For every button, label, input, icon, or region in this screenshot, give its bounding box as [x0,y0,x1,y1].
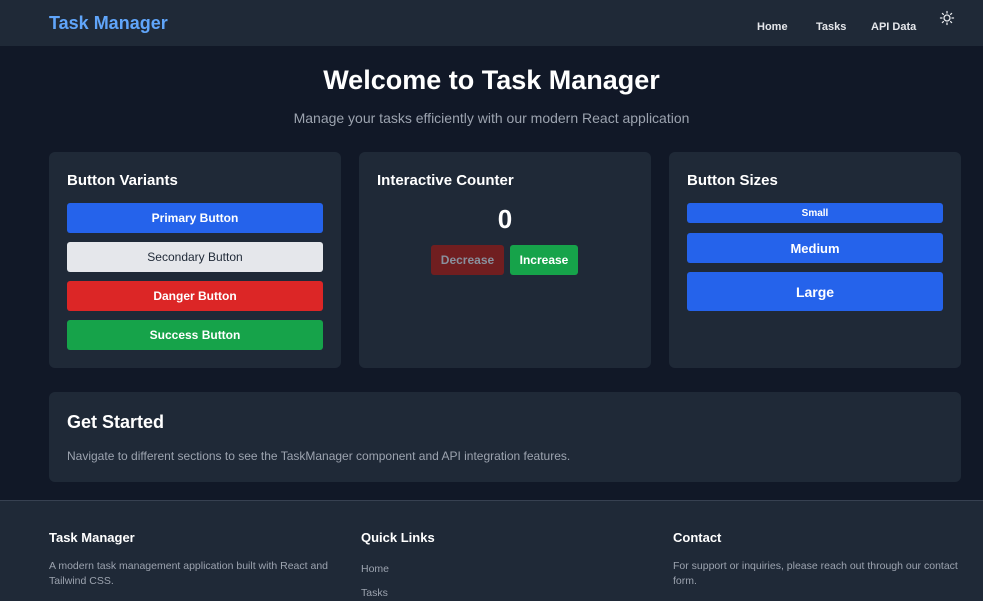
footer-contact-line: form. [673,575,697,587]
footer-link-home[interactable]: Home [361,563,389,575]
get-started-card: Get Started Navigate to different sectio… [49,392,961,482]
secondary-button[interactable]: Secondary Button [67,242,323,272]
counter-title: Interactive Counter [377,172,514,189]
brand-logo[interactable]: Task Manager [49,13,168,34]
footer-about-text: A modern task management application bui… [49,559,328,589]
footer-contact-text: For support or inquiries, please reach o… [673,559,958,589]
button-variants-title: Button Variants [67,172,178,189]
button-sizes-card: Button Sizes Small Medium Large [669,152,961,368]
hero-subtitle: Manage your tasks efficiently with our m… [293,110,690,126]
get-started-text: Navigate to different sections to see th… [67,449,571,463]
nav-link-api-data[interactable]: API Data [871,21,916,33]
increase-button[interactable]: Increase [510,245,578,275]
success-button[interactable]: Success Button [67,320,323,350]
sun-icon [939,10,955,26]
counter-value: 0 [497,204,513,234]
footer-about-line: A modern task management application bui… [49,560,328,572]
button-variants-card: Button Variants Primary Button Secondary… [49,152,341,368]
footer-contact-line: For support or inquiries, please reach o… [673,560,958,572]
nav-link-tasks[interactable]: Tasks [816,21,846,33]
primary-button[interactable]: Primary Button [67,203,323,233]
footer: Task Manager A modern task management ap… [0,500,983,601]
decrease-button[interactable]: Decrease [431,245,504,275]
footer-link-tasks[interactable]: Tasks [361,587,388,599]
get-started-title: Get Started [67,412,165,432]
large-button[interactable]: Large [687,272,943,311]
danger-button[interactable]: Danger Button [67,281,323,311]
navbar: Task Manager Home Tasks API Data [0,0,983,47]
counter-card: Interactive Counter 0 Decrease Increase [359,152,651,368]
theme-toggle-button[interactable] [939,10,955,26]
medium-button[interactable]: Medium [687,233,943,263]
hero-title: Welcome to Task Manager [323,65,660,95]
nav-link-home[interactable]: Home [757,21,788,33]
footer-contact-heading: Contact [673,530,722,545]
button-sizes-title: Button Sizes [687,172,778,189]
footer-quick-links-heading: Quick Links [361,530,435,545]
footer-about-heading: Task Manager [49,530,135,545]
footer-about-line: Tailwind CSS. [49,575,114,587]
small-button[interactable]: Small [687,203,943,223]
